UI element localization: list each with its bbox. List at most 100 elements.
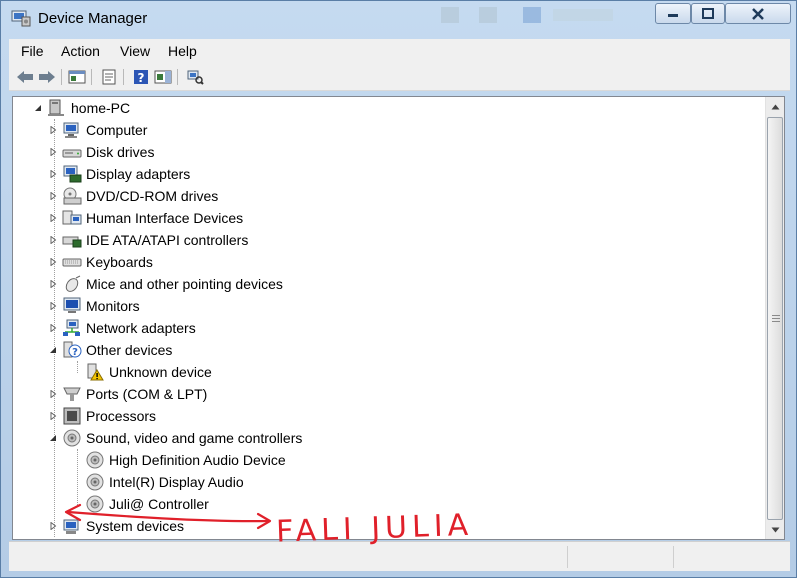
maximize-button[interactable] xyxy=(691,3,725,24)
expand-arrow-icon[interactable] xyxy=(48,323,58,333)
tree-item-intel-display-audio[interactable]: Intel(R) Display Audio xyxy=(85,471,244,493)
tree-label: System devices xyxy=(86,518,185,534)
audio-device-icon xyxy=(85,473,105,491)
tree-item-keyboards[interactable]: Keyboards xyxy=(48,251,153,273)
expand-arrow-icon[interactable] xyxy=(48,169,58,179)
status-separator xyxy=(673,546,674,568)
tree-connector-line xyxy=(77,449,78,505)
menu-action[interactable]: Action xyxy=(61,43,100,59)
tree-item-processors[interactable]: Processors xyxy=(48,405,156,427)
tree-item-mice-and-other-pointing-devices[interactable]: Mice and other pointing devices xyxy=(48,273,283,295)
scrollbar-thumb[interactable] xyxy=(767,117,783,520)
computer-icon xyxy=(47,99,67,117)
menu-help[interactable]: Help xyxy=(168,43,197,59)
toolbar: ? xyxy=(9,63,790,91)
background-browser-ghost xyxy=(291,1,651,31)
scan-hardware-icon[interactable] xyxy=(185,68,205,86)
scroll-down-arrow-icon[interactable] xyxy=(766,521,784,538)
status-separator xyxy=(567,546,568,568)
expand-arrow-icon[interactable] xyxy=(48,279,58,289)
tree-item-ports-com-lpt[interactable]: Ports (COM & LPT) xyxy=(48,383,207,405)
tree-label: Other devices xyxy=(86,342,173,358)
action-pane-icon[interactable] xyxy=(153,68,173,86)
maximize-icon xyxy=(701,7,715,20)
tree-label: Intel(R) Display Audio xyxy=(109,474,244,490)
properties-icon[interactable] xyxy=(99,68,119,86)
tree-label: Unknown device xyxy=(109,364,212,380)
svg-text:?: ? xyxy=(138,71,145,85)
tree-label: Keyboards xyxy=(86,254,153,270)
device-manager-window: Device Manager File Action View Help ? h… xyxy=(0,0,797,578)
tree-item-human-interface-devices[interactable]: Human Interface Devices xyxy=(48,207,243,229)
mouse-icon xyxy=(62,275,82,293)
minimize-button[interactable] xyxy=(655,3,691,24)
expand-arrow-icon[interactable] xyxy=(48,213,58,223)
tree-label: Network adapters xyxy=(86,320,196,336)
system-devices-icon xyxy=(62,517,82,535)
tree-item-dvd-cd-rom-drives[interactable]: DVD/CD-ROM drives xyxy=(48,185,218,207)
close-button[interactable] xyxy=(725,3,791,24)
menu-file[interactable]: File xyxy=(21,43,44,59)
device-tree[interactable]: home-PC Computer Disk drives Display ada… xyxy=(12,96,785,540)
dvd-drive-icon xyxy=(62,187,82,205)
expand-arrow-icon[interactable] xyxy=(48,389,58,399)
vertical-scrollbar[interactable] xyxy=(765,97,784,539)
tree-item-monitors[interactable]: Monitors xyxy=(48,295,140,317)
expand-arrow-icon[interactable] xyxy=(48,257,58,267)
collapse-arrow-icon[interactable] xyxy=(48,345,58,355)
scroll-up-arrow-icon[interactable] xyxy=(766,98,784,115)
tree-item-network-adapters[interactable]: Network adapters xyxy=(48,317,196,339)
tree-root-home-pc[interactable]: home-PC xyxy=(33,97,130,119)
sound-icon xyxy=(62,429,82,447)
tree-item-sound-video-and-game-controllers[interactable]: Sound, video and game controllers xyxy=(48,427,302,449)
tree-item-display-adapters[interactable]: Display adapters xyxy=(48,163,190,185)
tree-item-high-definition-audio-device[interactable]: High Definition Audio Device xyxy=(85,449,286,471)
title-bar[interactable]: Device Manager xyxy=(1,1,796,37)
disk-drive-icon xyxy=(62,143,82,161)
tree-item-juli-controller[interactable]: Juli@ Controller xyxy=(85,493,209,515)
tree-item-other-devices[interactable]: ? Other devices xyxy=(48,339,172,361)
tree-item-computer[interactable]: Computer xyxy=(48,119,147,141)
tree-label: High Definition Audio Device xyxy=(109,452,286,468)
collapse-arrow-icon[interactable] xyxy=(48,433,58,443)
tree-item-system-devices[interactable]: System devices xyxy=(48,515,184,537)
minimize-icon xyxy=(666,10,680,18)
tree-item-disk-drives[interactable]: Disk drives xyxy=(48,141,154,163)
expand-arrow-icon[interactable] xyxy=(48,411,58,421)
tree-label: Disk drives xyxy=(86,144,155,160)
scrollbar-grip xyxy=(772,318,780,319)
back-icon[interactable] xyxy=(15,68,35,86)
tree-label: IDE ATA/ATAPI controllers xyxy=(86,232,249,248)
tree-label: Juli@ Controller xyxy=(109,496,209,512)
tree-label: DVD/CD-ROM drives xyxy=(86,188,219,204)
expand-arrow-icon[interactable] xyxy=(48,301,58,311)
scrollbar-grip xyxy=(772,321,780,322)
expand-arrow-icon[interactable] xyxy=(48,521,58,531)
tree-label: Monitors xyxy=(86,298,140,314)
tree-label: Computer xyxy=(86,122,148,138)
help-icon[interactable]: ? xyxy=(131,68,151,86)
status-bar xyxy=(9,541,790,571)
svg-text:?: ? xyxy=(72,347,78,358)
tree-label: Processors xyxy=(86,408,157,424)
collapse-arrow-icon[interactable] xyxy=(33,103,43,113)
tree-item-ide-ata-atapi-controllers[interactable]: IDE ATA/ATAPI controllers xyxy=(48,229,248,251)
tree-item-unknown-device[interactable]: Unknown device xyxy=(85,361,212,383)
tree-label: Human Interface Devices xyxy=(86,210,244,226)
expand-arrow-icon[interactable] xyxy=(48,147,58,157)
menu-bar: File Action View Help xyxy=(9,39,790,63)
computer-icon xyxy=(62,121,82,139)
keyboard-icon xyxy=(62,253,82,271)
expand-arrow-icon[interactable] xyxy=(48,125,58,135)
tree-label: Display adapters xyxy=(86,166,191,182)
show-hide-console-tree-icon[interactable] xyxy=(67,68,87,86)
expand-arrow-icon[interactable] xyxy=(48,191,58,201)
display-adapter-icon xyxy=(62,165,82,183)
tree-label: Sound, video and game controllers xyxy=(86,430,303,446)
processor-icon xyxy=(62,407,82,425)
expand-arrow-icon[interactable] xyxy=(48,235,58,245)
menu-view[interactable]: View xyxy=(120,43,150,59)
audio-device-icon xyxy=(85,451,105,469)
forward-icon[interactable] xyxy=(37,68,57,86)
toolbar-separator xyxy=(91,69,92,85)
